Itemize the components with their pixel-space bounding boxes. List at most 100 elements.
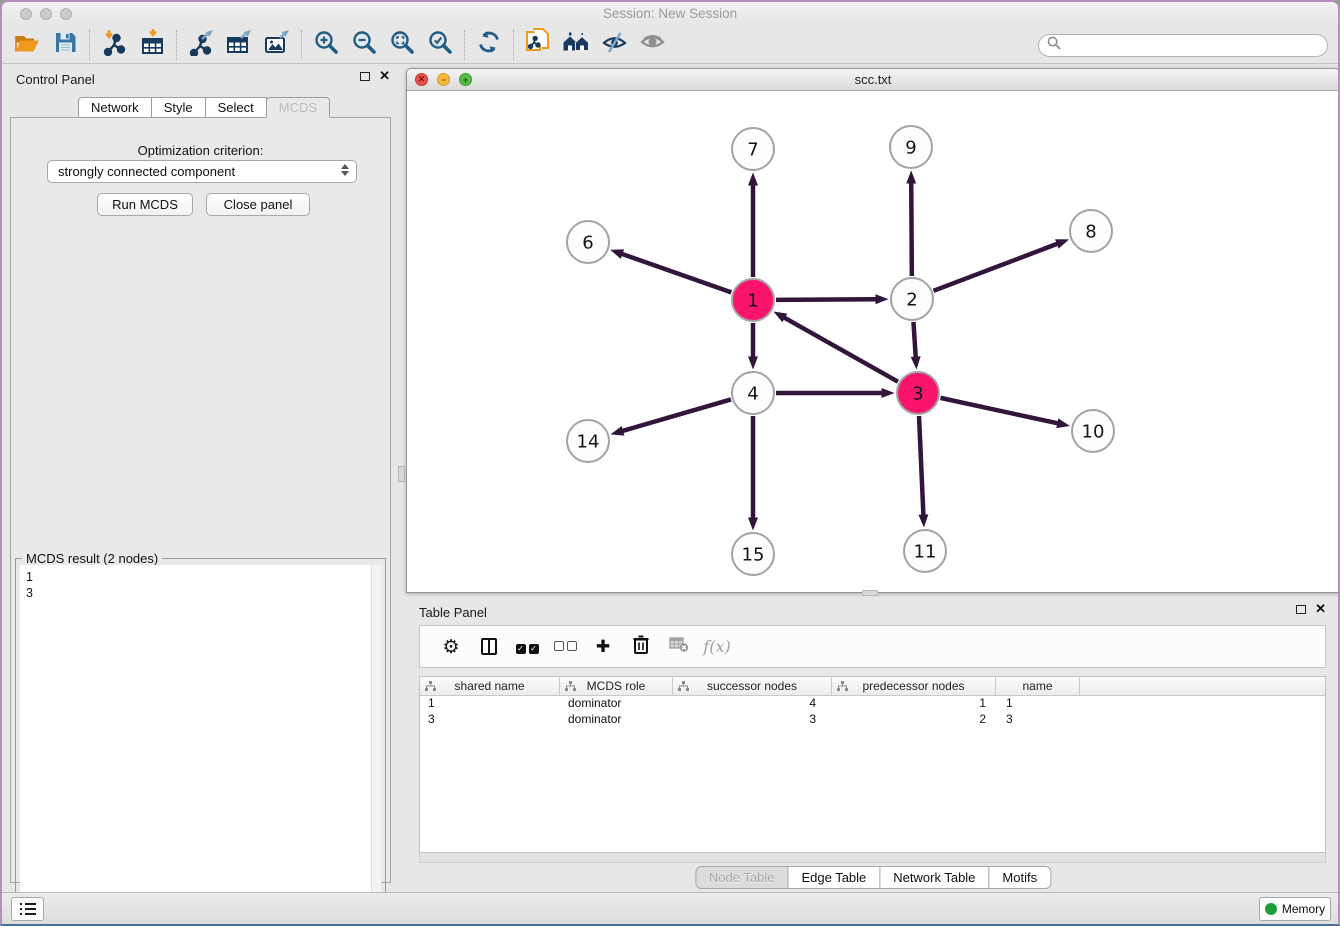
optimization-criterion-label: Optimization criterion:	[11, 143, 390, 158]
network-zoom-button[interactable]: +	[459, 73, 472, 86]
graph-edge-3-11[interactable]	[919, 416, 923, 515]
network-minimize-button[interactable]: −	[437, 73, 450, 86]
zoom-in-button[interactable]	[307, 29, 345, 61]
delete-columns-button[interactable]	[622, 630, 660, 664]
table-cell[interactable]: 1	[996, 696, 1080, 712]
graph-edge-2-8[interactable]	[934, 244, 1058, 291]
fx-icon: f(x)	[703, 637, 730, 656]
float-table-panel-icon[interactable]	[1296, 605, 1306, 614]
graph-node-label: 15	[742, 544, 765, 565]
function-builder-button[interactable]: f(x)	[698, 630, 736, 664]
graph-edge-3-10[interactable]	[940, 398, 1057, 423]
dropdown-value: strongly connected component	[58, 164, 235, 179]
open-file-button[interactable]	[8, 29, 46, 61]
show-column-button[interactable]	[470, 630, 508, 664]
apply-layout-button[interactable]	[470, 29, 508, 61]
table-options-button[interactable]: ⚙	[432, 630, 470, 664]
select-all-columns-button[interactable]: ✓✓	[508, 630, 546, 664]
horizontal-splitter-handle[interactable]	[862, 590, 878, 596]
memory-button[interactable]: Memory	[1259, 897, 1331, 921]
unchecked-boxes-icon	[554, 638, 577, 656]
tab-network-table[interactable]: Network Table	[879, 866, 989, 889]
tab-motifs[interactable]: Motifs	[988, 866, 1051, 889]
graph-node-label: 7	[747, 139, 758, 160]
graph-edge-1-2[interactable]	[776, 299, 876, 300]
column-header-mcds-role[interactable]: MCDS role	[560, 677, 673, 695]
table-horizontal-scrollbar[interactable]	[419, 853, 1326, 863]
table-cell[interactable]: 4	[673, 696, 832, 712]
tab-select[interactable]: Select	[205, 97, 267, 118]
unselect-all-columns-button[interactable]	[546, 630, 584, 664]
network-graph[interactable]: 7968124314101511	[407, 91, 1339, 592]
mac-zoom-button[interactable]	[60, 8, 72, 20]
close-panel-button[interactable]: Close panel	[206, 193, 310, 216]
table-header-row: shared name MCDS role successor nodes pr…	[420, 677, 1325, 696]
create-column-button[interactable]: ✚	[584, 630, 622, 664]
zoom-fit-button[interactable]	[383, 29, 421, 61]
table-cell[interactable]: 1	[420, 696, 560, 712]
search-icon	[1047, 36, 1061, 55]
zoom-out-button[interactable]	[345, 29, 383, 61]
status-bar: Memory	[2, 892, 1338, 924]
import-table-button[interactable]	[133, 29, 171, 61]
result-scrollbar[interactable]	[371, 565, 381, 923]
toolbar-separator	[176, 30, 177, 60]
delete-table-icon	[669, 635, 689, 658]
graph-edge-1-6[interactable]	[622, 254, 731, 292]
graph-edge-4-14[interactable]	[623, 399, 731, 431]
close-table-panel-icon[interactable]: ✕	[1315, 604, 1326, 614]
mcds-result-group: MCDS result (2 nodes) 1 3	[15, 558, 386, 926]
tab-mcds[interactable]: MCDS	[266, 97, 330, 118]
graph-edge-2-9[interactable]	[911, 183, 912, 276]
status-console-button[interactable]	[11, 897, 44, 921]
table-cell[interactable]: 1	[832, 696, 996, 712]
table-cell[interactable]: dominator	[560, 696, 673, 712]
tab-edge-table[interactable]: Edge Table	[787, 866, 880, 889]
table-cell[interactable]: dominator	[560, 712, 673, 728]
optimization-criterion-dropdown[interactable]: strongly connected component	[47, 160, 357, 183]
table-panel-title: Table Panel	[419, 605, 487, 620]
graph-edge-2-3[interactable]	[913, 322, 915, 357]
tab-style[interactable]: Style	[151, 97, 206, 118]
float-panel-icon[interactable]	[360, 72, 370, 81]
column-header-name[interactable]: name	[996, 677, 1080, 695]
toolbar-separator	[301, 30, 302, 60]
export-network-button[interactable]	[182, 29, 220, 61]
tab-network[interactable]: Network	[78, 97, 152, 118]
mac-close-button[interactable]	[20, 8, 32, 20]
network-canvas[interactable]: 7968124314101511	[407, 91, 1339, 592]
run-mcds-button[interactable]: Run MCDS	[97, 193, 193, 216]
close-panel-icon[interactable]: ✕	[379, 71, 390, 81]
mcds-result-area[interactable]: 1 3	[20, 565, 381, 923]
network-close-button[interactable]: ✕	[415, 73, 428, 86]
column-header-predecessor-nodes[interactable]: predecessor nodes	[832, 677, 996, 695]
search-input[interactable]	[1066, 38, 1319, 53]
new-network-from-selection-button[interactable]	[519, 29, 557, 61]
export-table-button[interactable]	[220, 29, 258, 61]
export-image-button[interactable]	[258, 29, 296, 61]
table-cell[interactable]: 3	[996, 712, 1080, 728]
toolbar-separator	[513, 30, 514, 60]
table-cell[interactable]: 3	[420, 712, 560, 728]
column-header-successor-nodes[interactable]: successor nodes	[673, 677, 832, 695]
tab-node-table[interactable]: Node Table	[695, 866, 789, 889]
graph-edge-3-1[interactable]	[784, 318, 898, 382]
titlebar: Session: New Session	[2, 2, 1338, 26]
open-folder-icon	[14, 31, 40, 59]
show-all-button[interactable]	[633, 29, 671, 61]
delete-table-button[interactable]	[660, 630, 698, 664]
import-network-button[interactable]	[95, 29, 133, 61]
column-header-shared-name[interactable]: shared name	[420, 677, 560, 695]
hide-selected-button[interactable]	[595, 29, 633, 61]
vertical-splitter-handle[interactable]	[398, 466, 405, 482]
table-cell[interactable]: 3	[673, 712, 832, 728]
table-row[interactable]: 1dominator411	[420, 696, 1325, 712]
table-cell[interactable]: 2	[832, 712, 996, 728]
mac-minimize-button[interactable]	[40, 8, 52, 20]
first-neighbors-button[interactable]	[557, 29, 595, 61]
save-session-button[interactable]	[46, 29, 84, 61]
network-window-titlebar[interactable]: ✕ − + scc.txt	[407, 69, 1339, 91]
zoom-selected-button[interactable]	[421, 29, 459, 61]
table-row[interactable]: 3dominator323	[420, 712, 1325, 728]
table-panel: Table Panel ✕ ⚙ ✓✓ ✚ f(x) sh	[405, 597, 1340, 896]
